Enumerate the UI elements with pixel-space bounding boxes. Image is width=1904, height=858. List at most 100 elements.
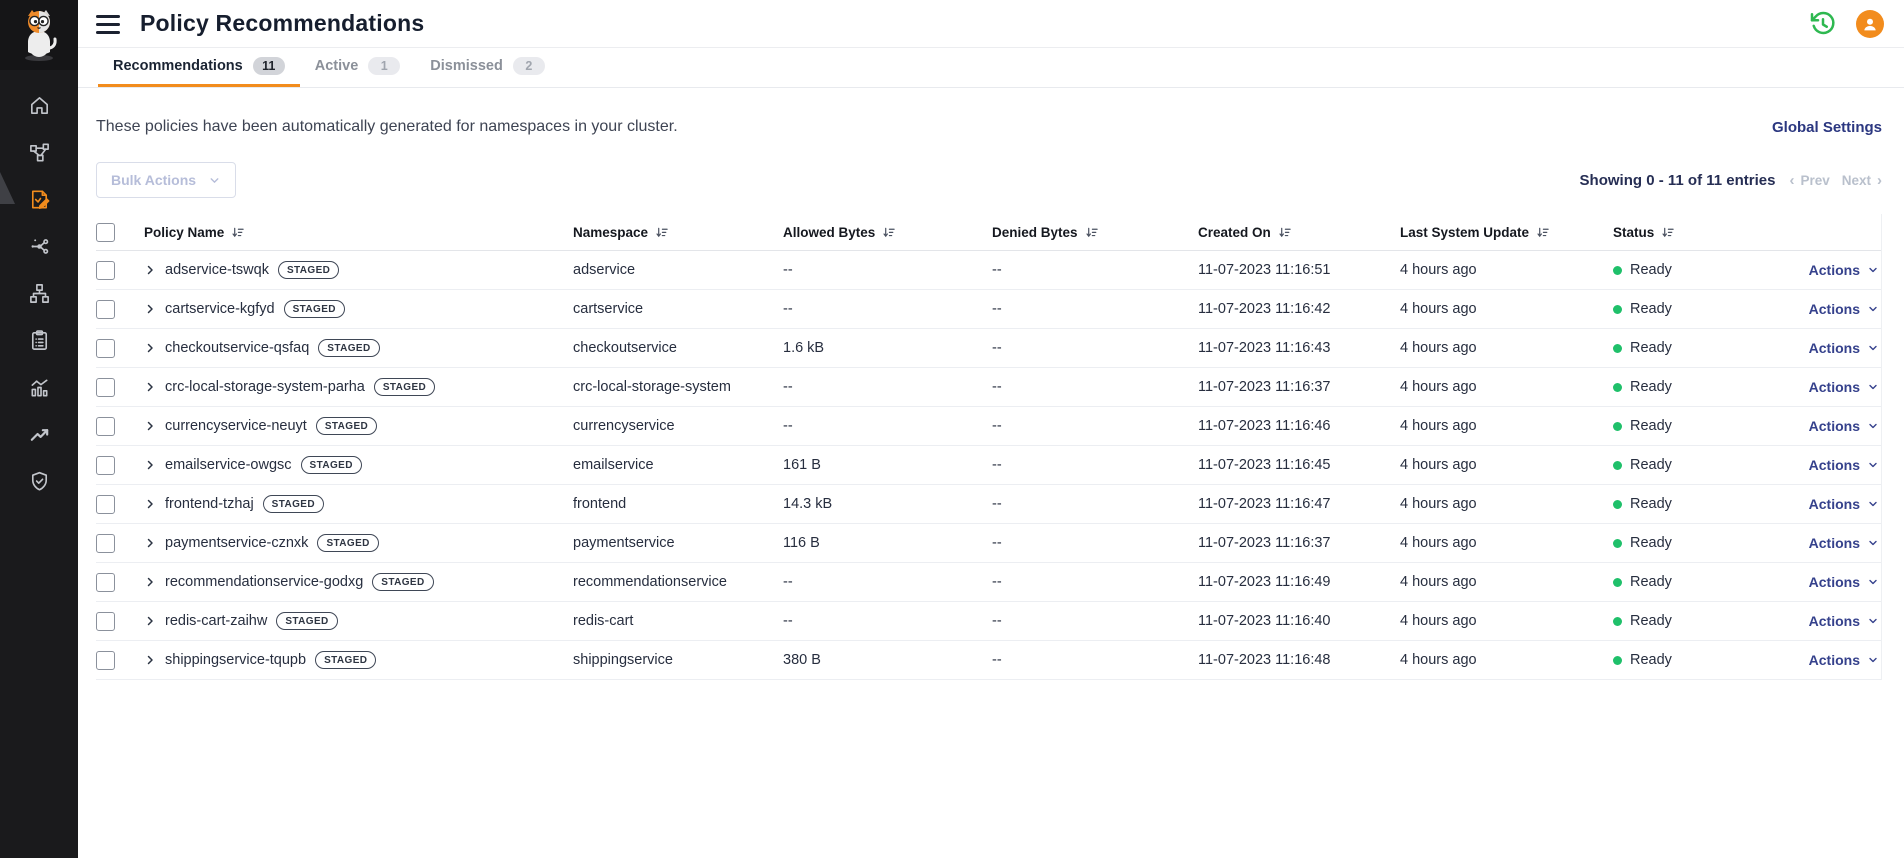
col-header-status[interactable]: Status xyxy=(1613,225,1791,240)
last-update-cell: 4 hours ago xyxy=(1400,418,1613,434)
row-checkbox[interactable] xyxy=(96,417,115,436)
denied-bytes-cell: -- xyxy=(992,613,1198,629)
app-logo[interactable] xyxy=(0,0,78,70)
tab-count-badge: 1 xyxy=(368,57,400,75)
chevron-right-icon: › xyxy=(1877,173,1882,188)
status-cell: Ready xyxy=(1613,652,1791,668)
row-expander[interactable] xyxy=(144,459,156,471)
status-cell: Ready xyxy=(1613,340,1791,356)
sidebar-item-service-graph[interactable] xyxy=(0,129,78,176)
table-row: shippingservice-tqupbSTAGEDshippingservi… xyxy=(96,641,1881,680)
col-header-label: Allowed Bytes xyxy=(783,225,875,240)
last-update-cell: 4 hours ago xyxy=(1400,613,1613,629)
chevron-right-icon xyxy=(144,654,156,666)
row-actions-button[interactable]: Actions xyxy=(1791,301,1881,317)
status-label: Ready xyxy=(1630,535,1672,551)
next-page-button[interactable]: Next › xyxy=(1842,173,1882,188)
row-checkbox[interactable] xyxy=(96,495,115,514)
row-checkbox[interactable] xyxy=(96,339,115,358)
chevron-down-icon xyxy=(1867,264,1879,276)
row-checkbox[interactable] xyxy=(96,378,115,397)
row-expander[interactable] xyxy=(144,654,156,666)
sidebar-item-security[interactable] xyxy=(0,458,78,505)
row-actions-button[interactable]: Actions xyxy=(1791,535,1881,551)
policy-name-cell: frontend-tzhajSTAGED xyxy=(144,495,573,513)
row-actions-button[interactable]: Actions xyxy=(1791,574,1881,590)
col-header-created-on[interactable]: Created On xyxy=(1198,225,1400,240)
actions-label: Actions xyxy=(1809,301,1860,317)
row-expander[interactable] xyxy=(144,381,156,393)
row-actions-button[interactable]: Actions xyxy=(1791,613,1881,629)
row-actions-button[interactable]: Actions xyxy=(1791,652,1881,668)
history-icon[interactable] xyxy=(1808,9,1838,39)
tab-active[interactable]: Active1 xyxy=(300,48,416,87)
row-actions-button[interactable]: Actions xyxy=(1791,379,1881,395)
allowed-bytes-cell: 161 B xyxy=(783,457,992,473)
prev-page-button[interactable]: ‹ Prev xyxy=(1789,173,1829,188)
bulk-actions-button[interactable]: Bulk Actions xyxy=(96,162,236,198)
table-row: redis-cart-zaihwSTAGEDredis-cart----11-0… xyxy=(96,602,1881,641)
menu-icon[interactable] xyxy=(96,15,120,34)
row-expander[interactable] xyxy=(144,264,156,276)
sidebar-item-compliance-reports[interactable] xyxy=(0,317,78,364)
denied-bytes-cell: -- xyxy=(992,535,1198,551)
sidebar-item-home[interactable] xyxy=(0,82,78,129)
sidebar-item-network-sets[interactable] xyxy=(0,223,78,270)
select-all-checkbox[interactable] xyxy=(96,223,115,242)
namespace-cell: redis-cart xyxy=(573,613,783,629)
row-checkbox[interactable] xyxy=(96,651,115,670)
row-checkbox[interactable] xyxy=(96,300,115,319)
policy-name-cell: shippingservice-tqupbSTAGED xyxy=(144,651,573,669)
row-expander[interactable] xyxy=(144,342,156,354)
tab-recommendations[interactable]: Recommendations11 xyxy=(98,48,300,87)
row-actions-button[interactable]: Actions xyxy=(1791,496,1881,512)
status-cell: Ready xyxy=(1613,418,1791,434)
created-on-cell: 11-07-2023 11:16:43 xyxy=(1198,340,1400,356)
main-area: Policy Recommendations Recommendations11… xyxy=(78,0,1904,858)
sidebar-item-nodes[interactable] xyxy=(0,270,78,317)
col-header-allowed-bytes[interactable]: Allowed Bytes xyxy=(783,225,992,240)
row-checkbox-cell xyxy=(96,534,144,553)
created-on-cell: 11-07-2023 11:16:37 xyxy=(1198,379,1400,395)
allowed-bytes-cell: -- xyxy=(783,574,992,590)
last-update-cell: 4 hours ago xyxy=(1400,574,1613,590)
row-checkbox[interactable] xyxy=(96,612,115,631)
col-header-denied-bytes[interactable]: Denied Bytes xyxy=(992,225,1198,240)
status-cell: Ready xyxy=(1613,262,1791,278)
policy-name: crc-local-storage-system-parha xyxy=(165,379,365,395)
row-actions-button[interactable]: Actions xyxy=(1791,262,1881,278)
row-expander[interactable] xyxy=(144,615,156,627)
actions-label: Actions xyxy=(1809,379,1860,395)
row-expander[interactable] xyxy=(144,576,156,588)
row-actions-button[interactable]: Actions xyxy=(1791,457,1881,473)
staged-badge: STAGED xyxy=(276,612,337,630)
status-cell: Ready xyxy=(1613,301,1791,317)
row-expander[interactable] xyxy=(144,303,156,315)
row-checkbox[interactable] xyxy=(96,573,115,592)
row-actions-button[interactable]: Actions xyxy=(1791,418,1881,434)
row-expander[interactable] xyxy=(144,420,156,432)
chevron-down-icon xyxy=(1867,576,1879,588)
col-header-last-system-update[interactable]: Last System Update xyxy=(1400,225,1613,240)
col-header-namespace[interactable]: Namespace xyxy=(573,225,783,240)
row-expander[interactable] xyxy=(144,498,156,510)
tab-dismissed[interactable]: Dismissed2 xyxy=(415,48,560,87)
user-avatar[interactable] xyxy=(1856,10,1884,38)
row-actions-button[interactable]: Actions xyxy=(1791,340,1881,356)
sidebar xyxy=(0,0,78,858)
global-settings-link[interactable]: Global Settings xyxy=(1772,119,1882,136)
allowed-bytes-cell: 380 B xyxy=(783,652,992,668)
sort-icon xyxy=(882,226,895,239)
row-checkbox[interactable] xyxy=(96,456,115,475)
policy-name-cell: crc-local-storage-system-parhaSTAGED xyxy=(144,378,573,396)
row-expander[interactable] xyxy=(144,537,156,549)
actions-label: Actions xyxy=(1809,535,1860,551)
actions-label: Actions xyxy=(1809,496,1860,512)
col-header-policy-name[interactable]: Policy Name xyxy=(144,225,573,240)
sidebar-item-trends[interactable] xyxy=(0,411,78,458)
row-checkbox-cell xyxy=(96,261,144,280)
row-checkbox[interactable] xyxy=(96,261,115,280)
sidebar-item-analytics[interactable] xyxy=(0,364,78,411)
row-checkbox[interactable] xyxy=(96,534,115,553)
chevron-right-icon xyxy=(144,342,156,354)
